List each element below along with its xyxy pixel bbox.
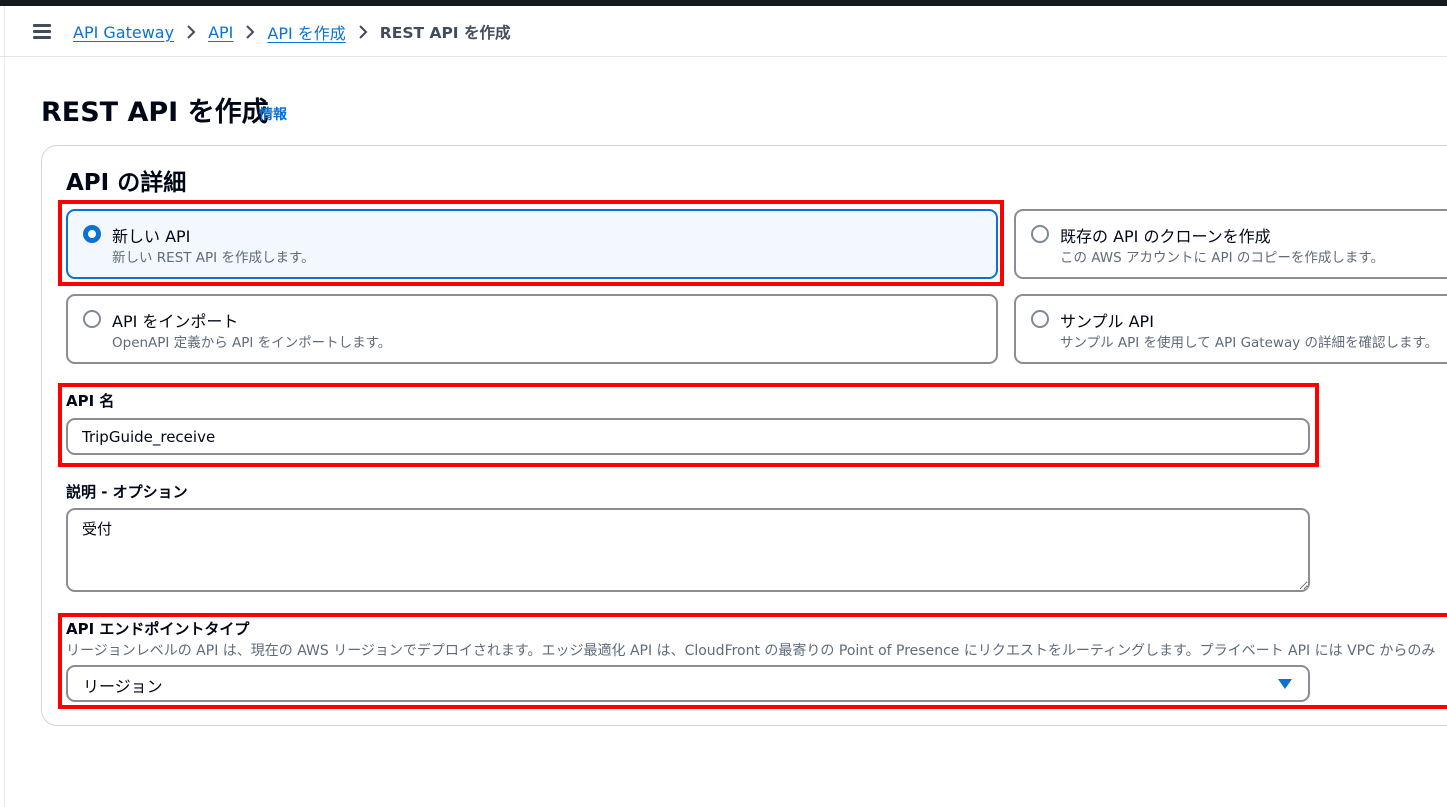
tile-label: 既存の API のクローンを作成 — [1060, 227, 1271, 246]
radio-new-api[interactable] — [83, 225, 101, 243]
tile-label: API をインポート — [112, 312, 239, 331]
api-name-input[interactable] — [66, 418, 1310, 455]
info-link[interactable]: 情報 — [259, 104, 287, 124]
menu-icon[interactable] — [33, 24, 51, 39]
tile-description: OpenAPI 定義から API をインポートします。 — [112, 335, 392, 351]
description-label: 説明 - オプション — [66, 483, 188, 501]
breadcrumb-api-gateway[interactable]: API Gateway — [73, 23, 174, 42]
radio-sample-api[interactable] — [1031, 310, 1049, 328]
tile-import-api[interactable]: API をインポート OpenAPI 定義から API をインポートします。 — [66, 294, 998, 364]
breadcrumb-api[interactable]: API — [208, 23, 233, 42]
endpoint-type-description: リージョンレベルの API は、現在の AWS リージョンでデプロイされます。エ… — [66, 643, 1436, 659]
radio-clone-api[interactable] — [1031, 225, 1049, 243]
breadcrumb-current: REST API を作成 — [379, 24, 511, 42]
tile-label: サンプル API — [1060, 312, 1154, 331]
chevron-right-icon — [245, 25, 255, 39]
radio-import-api[interactable] — [83, 310, 101, 328]
tile-clone-api[interactable]: 既存の API のクローンを作成 この AWS アカウントに API のコピーを… — [1014, 209, 1447, 279]
chevron-right-icon — [358, 25, 368, 39]
page-header: API Gateway API API を作成 REST API を作成 — [0, 6, 1447, 57]
endpoint-type-select[interactable]: リージョン — [66, 665, 1310, 702]
endpoint-type-value: リージョン — [83, 677, 163, 696]
tile-description: サンプル API を使用して API Gateway の詳細を確認します。 — [1060, 335, 1439, 351]
tile-description: この AWS アカウントに API のコピーを作成します。 — [1060, 250, 1385, 266]
description-textarea[interactable]: 受付 — [66, 508, 1310, 592]
api-name-label: API 名 — [66, 392, 115, 410]
chevron-right-icon — [186, 25, 196, 39]
tile-label: 新しい API — [112, 227, 191, 246]
tile-new-api[interactable]: 新しい API 新しい REST API を作成します。 — [66, 209, 998, 279]
breadcrumb-create-api[interactable]: API を作成 — [267, 20, 345, 44]
left-divider — [4, 6, 5, 807]
tile-description: 新しい REST API を作成します。 — [112, 250, 315, 266]
section-title: API の詳細 — [66, 170, 187, 196]
page-title: REST API を作成 — [41, 97, 269, 128]
tile-sample-api[interactable]: サンプル API サンプル API を使用して API Gateway の詳細を… — [1014, 294, 1447, 364]
breadcrumb: API Gateway API API を作成 REST API を作成 — [73, 20, 510, 44]
endpoint-type-label: API エンドポイントタイプ — [66, 620, 250, 638]
caret-down-icon — [1278, 679, 1292, 689]
